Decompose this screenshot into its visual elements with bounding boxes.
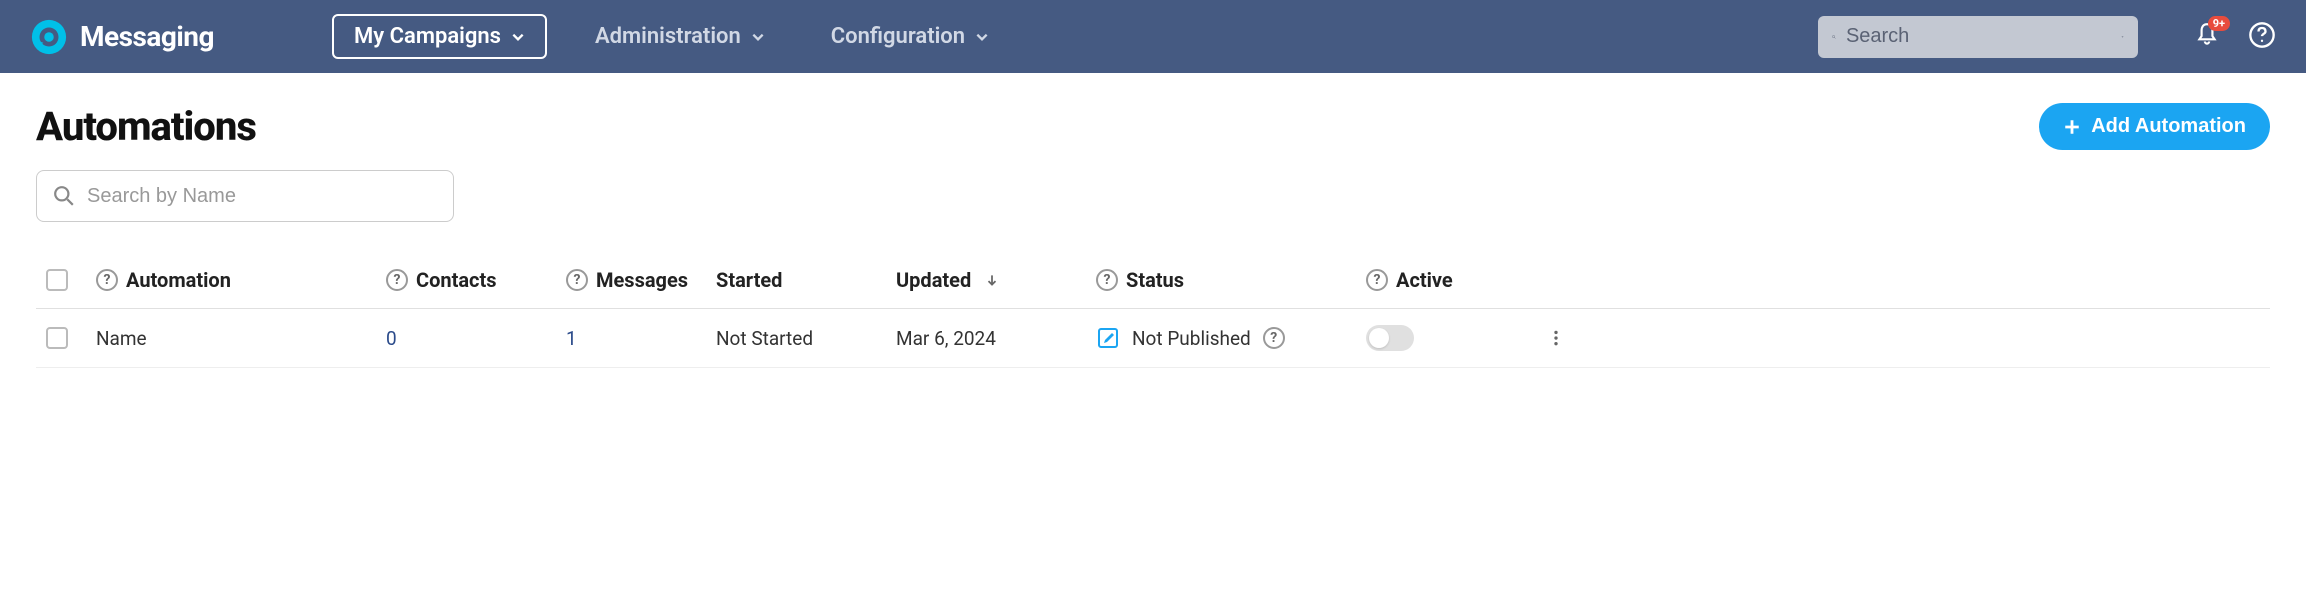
help-icon[interactable]: ? bbox=[96, 269, 118, 291]
logo[interactable]: Messaging bbox=[30, 18, 214, 56]
col-contacts[interactable]: ? Contacts bbox=[386, 268, 566, 292]
col-label: Automation bbox=[126, 268, 231, 292]
search-icon bbox=[53, 185, 75, 207]
chevron-down-icon bbox=[975, 30, 989, 44]
cell-active bbox=[1366, 325, 1536, 351]
chevron-down-icon bbox=[511, 30, 525, 44]
main-content: Automations Add Automation ? Automation … bbox=[0, 73, 2306, 398]
col-updated[interactable]: Updated bbox=[896, 268, 1096, 292]
notifications-button[interactable]: 9+ bbox=[2194, 22, 2220, 52]
cell-status: Not Published ? bbox=[1096, 326, 1366, 350]
table-header: ? Automation ? Contacts ? Messages Start… bbox=[36, 252, 2270, 309]
notification-badge: 9+ bbox=[2208, 16, 2230, 31]
help-icon[interactable]: ? bbox=[1366, 269, 1388, 291]
active-toggle[interactable] bbox=[1366, 325, 1414, 351]
col-label: Updated bbox=[896, 268, 971, 292]
cell-contacts[interactable]: 0 bbox=[386, 327, 566, 350]
help-button[interactable] bbox=[2248, 21, 2276, 53]
add-automation-button[interactable]: Add Automation bbox=[2039, 103, 2270, 150]
col-label: Active bbox=[1396, 268, 1453, 292]
messaging-logo-icon bbox=[30, 18, 68, 56]
nav-administration[interactable]: Administration bbox=[577, 16, 783, 57]
col-started[interactable]: Started bbox=[716, 268, 896, 292]
help-icon[interactable]: ? bbox=[1096, 269, 1118, 291]
col-label: Messages bbox=[596, 268, 688, 292]
col-active[interactable]: ? Active bbox=[1366, 268, 1536, 292]
nav-label: Configuration bbox=[831, 24, 965, 49]
col-label: Status bbox=[1126, 268, 1184, 292]
row-checkbox[interactable] bbox=[46, 327, 68, 349]
search-input[interactable] bbox=[1846, 25, 2111, 48]
help-icon[interactable]: ? bbox=[566, 269, 588, 291]
help-icon[interactable]: ? bbox=[386, 269, 408, 291]
cell-messages[interactable]: 1 bbox=[566, 327, 716, 350]
col-messages[interactable]: ? Messages bbox=[566, 268, 716, 292]
filter-input[interactable] bbox=[87, 185, 437, 208]
col-label: Contacts bbox=[416, 268, 497, 292]
nav-label: My Campaigns bbox=[354, 24, 501, 49]
app-header: Messaging My Campaigns Administration Co… bbox=[0, 0, 2306, 73]
nav-label: Administration bbox=[595, 24, 741, 49]
add-button-label: Add Automation bbox=[2091, 115, 2246, 138]
cell-updated: Mar 6, 2024 bbox=[896, 327, 1096, 350]
edit-draft-icon bbox=[1096, 326, 1120, 350]
toggle-knob bbox=[1369, 328, 1389, 348]
chevron-down-icon bbox=[751, 30, 765, 44]
main-nav: My Campaigns Administration Configuratio… bbox=[332, 14, 1007, 59]
more-vertical-icon bbox=[1547, 329, 1565, 347]
col-status[interactable]: ? Status bbox=[1096, 268, 1366, 292]
nav-my-campaigns[interactable]: My Campaigns bbox=[332, 14, 547, 59]
table-row: Name 0 1 Not Started Mar 6, 2024 Not Pub… bbox=[36, 309, 2270, 368]
col-automation[interactable]: ? Automation bbox=[96, 268, 386, 292]
app-name: Messaging bbox=[80, 20, 214, 53]
caret-down-icon[interactable] bbox=[2121, 30, 2124, 44]
help-icon bbox=[2248, 21, 2276, 49]
col-label: Started bbox=[716, 268, 782, 292]
header-actions: 9+ bbox=[2194, 21, 2276, 53]
cell-started: Not Started bbox=[716, 327, 896, 350]
row-more-button[interactable] bbox=[1536, 329, 1576, 347]
plus-icon bbox=[2063, 118, 2081, 136]
nav-configuration[interactable]: Configuration bbox=[813, 16, 1007, 57]
automations-table: ? Automation ? Contacts ? Messages Start… bbox=[36, 252, 2270, 368]
page-header: Automations Add Automation bbox=[36, 103, 2270, 150]
filter-search[interactable] bbox=[36, 170, 454, 222]
select-all-checkbox[interactable] bbox=[46, 269, 68, 291]
cell-name[interactable]: Name bbox=[96, 327, 386, 350]
status-text: Not Published bbox=[1132, 327, 1251, 350]
help-icon[interactable]: ? bbox=[1263, 327, 1285, 349]
sort-down-icon bbox=[985, 273, 999, 287]
search-icon bbox=[1832, 28, 1836, 46]
global-search[interactable] bbox=[1818, 16, 2138, 58]
page-title: Automations bbox=[36, 103, 256, 150]
